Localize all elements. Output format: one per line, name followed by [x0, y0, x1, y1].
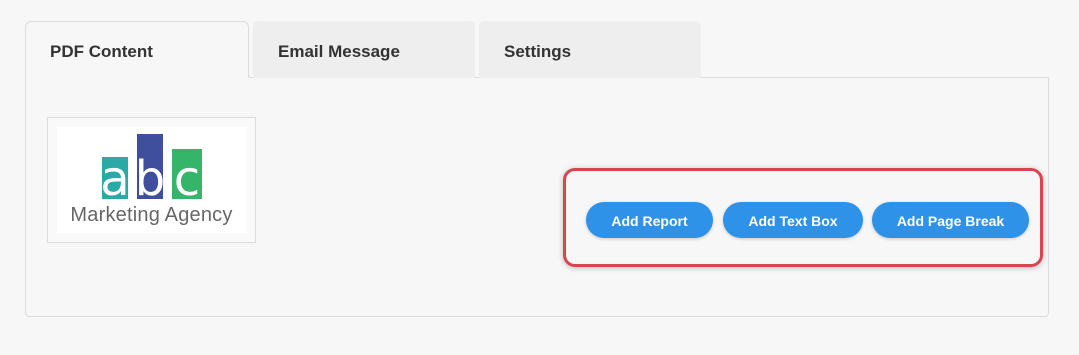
pdf-content-panel: a b c Marketing Agency Add Report Add Te… — [25, 77, 1049, 317]
logo-letter-b: b — [135, 151, 165, 207]
add-page-break-button[interactable]: Add Page Break — [872, 202, 1029, 238]
add-report-button[interactable]: Add Report — [586, 202, 713, 238]
logo-letter-a: a — [100, 151, 129, 207]
tab-pdf-content[interactable]: PDF Content — [25, 21, 249, 78]
tab-settings[interactable]: Settings — [479, 21, 701, 78]
tab-bar: PDF Content Email Message Settings — [25, 21, 701, 78]
add-text-box-button[interactable]: Add Text Box — [723, 202, 863, 238]
logo-subtitle: Marketing Agency — [70, 204, 233, 226]
tab-email-message[interactable]: Email Message — [253, 21, 475, 78]
company-logo: a b c Marketing Agency — [57, 127, 246, 233]
logo-box[interactable]: a b c Marketing Agency — [47, 117, 256, 243]
logo-letter-c: c — [174, 151, 200, 207]
logo-graphic: a b c — [100, 134, 202, 207]
